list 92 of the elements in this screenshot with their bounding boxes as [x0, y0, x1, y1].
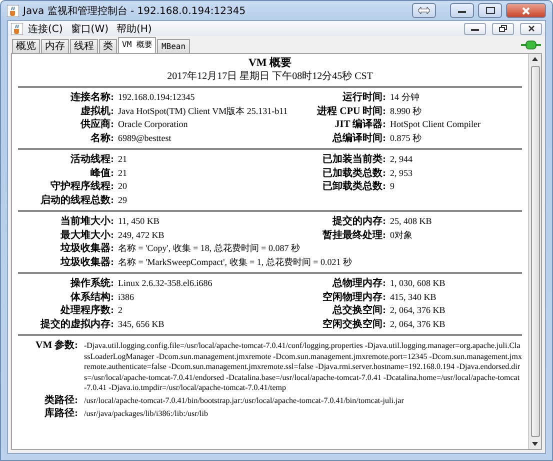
field-value: 9: [390, 180, 396, 193]
tab[interactable]: 概览: [12, 39, 40, 53]
swap-icon: [418, 7, 430, 14]
field-value: HotSpot Client Compiler: [390, 118, 482, 131]
field-label: 活动线程:: [70, 153, 114, 166]
field-value: 名称 = 'Copy', 收集 = 18, 总花费时间 = 0.087 秒: [118, 242, 301, 255]
field-value: i386: [118, 290, 136, 304]
field-label: 峰值:: [90, 166, 114, 180]
menu-item[interactable]: 连接(C): [25, 22, 66, 36]
field-value: 14 分钟: [390, 91, 420, 104]
field-label: 垃圾收集器:: [59, 242, 114, 256]
field-label: 虚拟机:: [80, 104, 114, 118]
field-label: 体系结构:: [69, 290, 114, 304]
swap-button[interactable]: [412, 3, 436, 18]
field-label: 总物理内存:: [331, 277, 386, 290]
field-value: 29: [118, 194, 128, 206]
timestamp: 2017年12月17日 星期日 下午08时12分45秒 CST: [166, 70, 374, 84]
restore-button[interactable]: [492, 22, 514, 34]
field-value: 20: [118, 180, 128, 193]
field-value: 2, 944: [390, 153, 414, 166]
window-title: Java 监视和管理控制台 - 192.168.0.194:12345: [23, 4, 247, 18]
field-label: 运行时间:: [342, 91, 386, 104]
field-label: 空闲交换空间:: [322, 318, 386, 331]
field-value: 21: [118, 153, 128, 166]
field-label: 类路径:: [44, 394, 78, 407]
field-label: 提交的虚拟内存:: [39, 318, 114, 331]
field-value: 0对象: [390, 228, 414, 242]
field-value: 249, 472 KB: [118, 228, 166, 242]
field-label: 暂挂最终处理:: [322, 228, 386, 242]
field-label: 库路径:: [44, 407, 78, 420]
field-value: 192.168.0.194:12345: [118, 91, 196, 104]
field-label: 操作系统:: [69, 277, 114, 290]
menu-item[interactable]: 帮助(H): [114, 22, 155, 36]
tab[interactable]: 类: [99, 39, 117, 53]
field-value: 8.990 秒: [390, 104, 422, 118]
field-label: 处理程序数:: [59, 304, 114, 318]
field-label: 提交的内存:: [331, 215, 386, 228]
field-label: 已加载类总数:: [322, 166, 386, 180]
field-label: 启动的线程总数:: [40, 194, 114, 207]
field-value: 2, 064, 376 KB: [390, 318, 446, 330]
field-value: /usr/java/packages/lib/i386:/lib:/usr/lib: [84, 408, 209, 420]
field-label: 空闲物理内存:: [322, 290, 386, 304]
maximize-icon: [486, 7, 494, 14]
java-cup-icon: [11, 22, 23, 34]
summary-title: VM 概要: [247, 57, 293, 70]
field-value: 6989@besttest: [118, 132, 172, 145]
field-value: 名称 = 'MarkSweepCompact', 收集 = 1, 总花费时间 = 0.021 秒: [118, 256, 353, 269]
field-value: Oracle Corporation: [118, 118, 189, 131]
field-value: 11, 450 KB: [118, 215, 160, 228]
menu-item[interactable]: 窗口(W): [68, 22, 112, 36]
field-value: 0.875 秒: [390, 132, 422, 144]
field-value: Linux 2.6.32-358.el6.i686: [118, 277, 214, 290]
field-value: 25, 408 KB: [390, 215, 433, 228]
field-label: 守护程序线程:: [50, 180, 114, 194]
field-label: 当前堆大小:: [60, 215, 114, 228]
field-value: 2, 953: [390, 166, 414, 180]
field-value: 2: [118, 304, 124, 317]
field-label: JIT 编译器:: [334, 118, 386, 132]
field-value: -Djava.util.logging.config.file=/usr/local/apache-tomcat-7.0.41/conf/logging.properties -Djava.util.logging.manager=org.apache.juli.ClassLoaderLogManager -Dcom.sun.management.jmxremote -Dcom.sun.management.jmxremote.port=12345 -Dcom.sun.management.jmxremote.authenticate=false -Dcom.sun.management.jmxremote.ssl=false -Djava.rmi.server.hostname=192.168.0.194 -Djava.endorsed.dirs=/usr/local/apache-tomcat-7.0.41/endorsed -Dcatalina.base=/usr/local/apache-tomcat-7.0.41 -Dcatalina.home=/usr/local/apache-tomcat-7.0.41 -Djava.io.tmpdir=/usr/local/apache-tomcat-7.0.41/temp: [84, 340, 522, 394]
field-value: /usr/local/apache-tomcat-7.0.41/bin/bootstrap.jar:/usr/local/apache-tomcat-7.0.41/bin/tomcat-juli.jar: [84, 394, 405, 407]
java-cup-icon: [7, 4, 19, 16]
field-label: VM 参数:: [34, 339, 78, 353]
field-label: 供应商:: [79, 118, 114, 132]
field-label: 已卸载类总数:: [322, 180, 386, 194]
field-label: 已加装当前类:: [322, 153, 386, 166]
tab[interactable]: 内存: [41, 39, 69, 53]
close-button[interactable]: [520, 22, 542, 34]
tab[interactable]: 线程: [70, 39, 98, 53]
minimize-icon: [471, 26, 479, 30]
minimize-button[interactable]: [450, 3, 474, 18]
field-label: 进程 CPU 时间:: [316, 104, 386, 118]
field-label: 垃圾收集器:: [59, 256, 114, 269]
restore-icon: [499, 25, 507, 32]
field-label: 连接名称:: [70, 91, 114, 104]
tab[interactable]: MBean: [157, 39, 190, 53]
minimize-button[interactable]: [464, 22, 486, 34]
field-label: 总交换空间:: [331, 304, 386, 318]
minimize-icon: [458, 8, 466, 12]
field-value: 2, 064, 376 KB: [390, 304, 446, 317]
field-value: 21: [118, 166, 128, 180]
maximize-button[interactable]: [478, 3, 502, 18]
field-label: 名称:: [90, 132, 114, 145]
tab[interactable]: VM 概要: [118, 37, 156, 53]
close-icon: [528, 25, 534, 32]
field-value: 1, 030, 608 KB: [390, 277, 446, 290]
field-value: 345, 656 KB: [118, 318, 166, 330]
field-label: 最大堆大小:: [60, 228, 114, 242]
field-value: Java HotSpot(TM) Client VM版本 25.131-b11: [118, 104, 289, 118]
field-value: 415, 340 KB: [390, 290, 438, 304]
field-label: 总编译时间:: [331, 132, 386, 145]
plug-icon: [521, 40, 541, 50]
close-icon: [522, 6, 530, 14]
